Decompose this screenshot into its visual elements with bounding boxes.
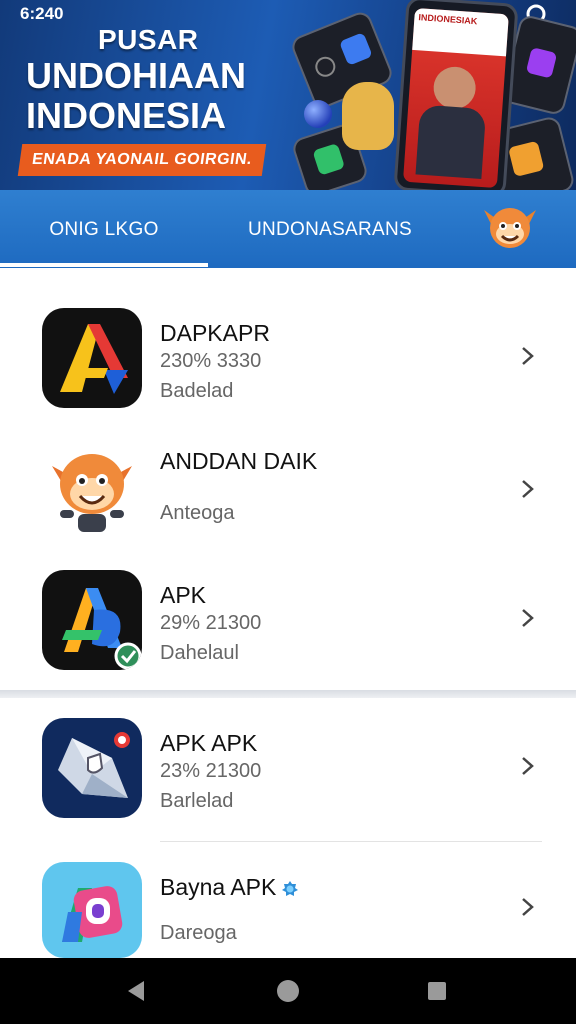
mascot-icon[interactable] <box>478 196 542 260</box>
list-item[interactable]: APK APK 23% 21300 Barlelad <box>0 700 576 822</box>
hero-banner[interactable]: 6:240 PUSAR UNDOHIAAN INDONESIA ENADA YA… <box>0 0 576 190</box>
hero-title: PUSAR UNDOHIAAN INDONESIA <box>26 26 286 134</box>
cube-icon <box>312 142 346 176</box>
system-nav-bar <box>0 958 576 1024</box>
verified-badge-icon <box>282 880 299 896</box>
app-name-text: Bayna APK <box>160 874 277 900</box>
blue-a-logo-icon <box>42 570 142 670</box>
app-name: ANDDAN DAIK <box>160 448 318 474</box>
tab-undonasarans[interactable]: UNDONASARANS <box>222 190 438 268</box>
person-body-illustration <box>415 104 487 179</box>
chevron-right-icon <box>522 898 534 916</box>
app-stats: 29% 21300 <box>160 612 262 634</box>
app-status: Dahelaul <box>160 642 239 664</box>
list-item[interactable]: DAPKAPR 230% 3330 Badelad <box>0 290 576 412</box>
app-stats: 23% 21300 <box>160 760 262 782</box>
phone-illustration: INDIONESIAK <box>393 0 519 190</box>
chevron-right-icon <box>522 757 534 775</box>
hero-ribbon: ENADA YAONAIL GOIRGIN. <box>17 144 267 176</box>
app-status: Barlelad <box>160 790 234 812</box>
app-name: APK APK <box>160 730 258 756</box>
chevron-right-icon <box>522 347 534 365</box>
mascot-illustration <box>342 82 394 150</box>
person-illustration <box>432 65 478 111</box>
hero-title-line-3: INDONESIA <box>26 95 227 136</box>
recent-apps-icon[interactable] <box>424 978 450 1004</box>
app-stats: 230% 3330 <box>160 350 262 372</box>
dial-icon <box>312 53 339 80</box>
orange-mascot-icon <box>42 436 142 536</box>
list-item[interactable]: ANDDAN DAIK Anteoga <box>0 418 576 540</box>
app-name: APK <box>160 582 207 608</box>
app-name: Bayna APK <box>160 874 299 901</box>
status-time: 6:240 <box>20 4 64 23</box>
hero-title-line-2: UNDOHIAAN <box>26 55 246 96</box>
red-yellow-a-logo-icon <box>42 308 142 408</box>
phone-screen: INDIONESIAK <box>402 7 509 189</box>
app-status: Dareoga <box>160 922 237 944</box>
row-divider <box>160 841 542 842</box>
back-icon[interactable] <box>124 978 150 1004</box>
app-status: Badelad <box>160 380 234 402</box>
app-name: DAPKAPR <box>160 320 270 346</box>
list-item[interactable]: APK 29% 21300 Dahelaul <box>0 552 576 674</box>
section-divider <box>0 690 576 698</box>
active-tab-indicator <box>0 263 208 267</box>
list-item[interactable]: Bayna APK Dareoga <box>0 844 576 966</box>
orb-illustration <box>304 100 332 128</box>
tab-onig-lkgo[interactable]: ONIG LKGO <box>0 190 208 268</box>
cube-icon <box>508 140 545 178</box>
chevron-right-icon <box>522 480 534 498</box>
app-status: Anteoga <box>160 502 235 524</box>
phone-header: INDIONESIAK <box>412 7 509 57</box>
shield-star-icon <box>42 718 142 818</box>
chevron-right-icon <box>522 609 534 627</box>
home-icon[interactable] <box>275 978 301 1004</box>
colorful-camera-icon <box>42 862 142 958</box>
hero-title-line-1: PUSAR <box>98 24 199 55</box>
cube-icon <box>338 32 373 66</box>
cube-icon <box>525 47 558 79</box>
